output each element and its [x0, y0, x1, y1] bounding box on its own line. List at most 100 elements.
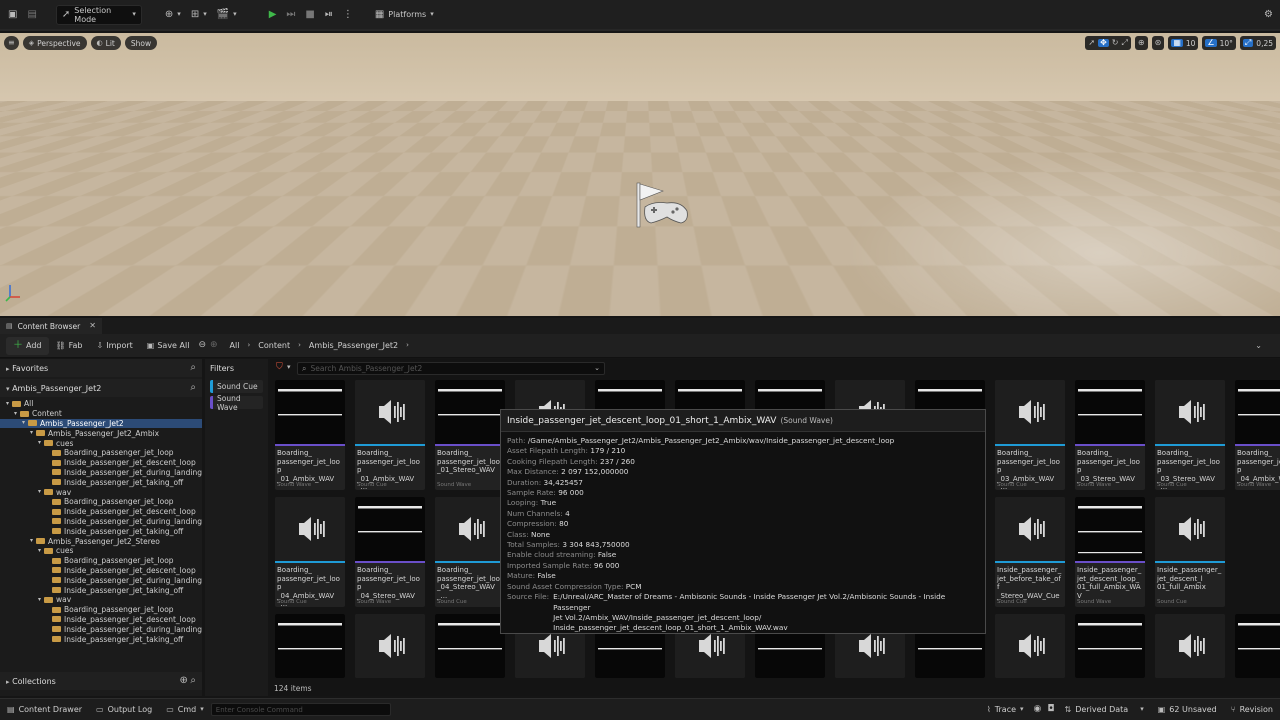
filter-icon[interactable]: ⛉ [276, 363, 283, 372]
search-icon[interactable]: ⌕ [190, 363, 196, 373]
perspective-button[interactable]: ◈ Perspective [22, 36, 87, 50]
add-collection-icon[interactable]: ⊕ [179, 676, 187, 686]
tree-item[interactable]: Inside_passenger_jet_descent_loop [0, 615, 202, 625]
sound-cue-tile[interactable] [355, 614, 425, 678]
level-viewport[interactable]: ≡ ◈ Perspective ◐ Lit Show ➚ ✥ ↻ ⤢ ⊕ ⊛ ▦ 10… [0, 33, 1280, 316]
tree-item[interactable]: ▾ Ambis_Passenger_Jet2_Ambix [0, 428, 202, 438]
sound-cue-tile[interactable]: Inside_passenger_ jet_before_take_off _S… [995, 497, 1065, 607]
revision-control-button[interactable]: ⑂ Revision [1224, 699, 1280, 720]
tree-item[interactable]: ▾ Ambis_Passenger_Jet2 [0, 418, 202, 429]
tree-item[interactable]: Inside_passenger_jet_taking_off [0, 634, 202, 644]
move-icon[interactable]: ✥ [1098, 39, 1109, 47]
cmd-dropdown[interactable]: ▭ Cmd ▾ [159, 699, 211, 720]
tree-item[interactable]: ▾ cues [0, 438, 202, 448]
sound-cue-tile[interactable] [1155, 614, 1225, 678]
rotate-icon[interactable]: ↻ [1112, 39, 1119, 47]
favorites-header[interactable]: ▸ Favorites ⌕ [0, 359, 202, 377]
tree-item[interactable]: ▾ wav [0, 487, 202, 497]
tree-item[interactable]: Inside_passenger_jet_descent_loop [0, 458, 202, 468]
tree-item[interactable]: Inside_passenger_jet_descent_loop [0, 507, 202, 517]
breadcrumb-folder[interactable]: Ambis_Passenger_Jet2 [309, 341, 398, 350]
history-forward-button[interactable]: ⊕ [208, 337, 220, 355]
tree-item[interactable]: Inside_passenger_jet_taking_off [0, 477, 202, 487]
tree-item[interactable]: ▾ Ambis_Passenger_Jet2_Stereo [0, 536, 202, 546]
root-folder-header[interactable]: ▾ Ambis_Passenger_Jet2 ⌕ [0, 379, 202, 397]
grid-snap[interactable]: ▦ 10 [1168, 36, 1199, 50]
platforms-dropdown[interactable]: ▦ Platforms ▾ [370, 5, 439, 25]
save-all-button[interactable]: ▣ Save All [140, 337, 197, 355]
tree-item[interactable]: Boarding_passenger_jet_loop [0, 605, 202, 615]
step-button[interactable]: ⏭ [281, 5, 300, 25]
filter-chip[interactable]: Sound Cue [210, 380, 263, 393]
tree-item[interactable]: Boarding_passenger_jet_loop [0, 497, 202, 507]
tree-item[interactable]: Inside_passenger_jet_taking_off [0, 526, 202, 536]
tree-item[interactable]: Inside_passenger_jet_descent_loop [0, 566, 202, 576]
transform-tools[interactable]: ➚ ✥ ↻ ⤢ [1085, 36, 1131, 50]
sound-wave-tile[interactable]: Boarding_ passenger_jet_loop _04_Stereo_… [355, 497, 425, 607]
tree-item[interactable]: Boarding_passenger_jet_loop [0, 556, 202, 566]
settings-icon[interactable]: ⚙ [1259, 5, 1278, 25]
tree-item[interactable]: Inside_passenger_jet_during_landing [0, 517, 202, 527]
play-options-icon[interactable]: ⋮ [338, 5, 358, 25]
search-icon[interactable]: ⌕ [190, 383, 196, 393]
player-start-icon[interactable] [633, 181, 691, 231]
chevron-down-icon[interactable]: ▾ [287, 364, 291, 371]
blueprint-button[interactable]: ⊞ ▾ [186, 5, 212, 25]
sound-cue-tile[interactable]: Boarding_ passenger_jet_loo _04_Stereo_W… [435, 497, 505, 607]
sound-wave-tile[interactable]: Boarding_ passenger_jet_loop _01_Ambix_W… [275, 380, 345, 490]
sound-cue-tile[interactable]: Boarding_ passenger_jet_loop _03_Ambix_W… [995, 380, 1065, 490]
sound-wave-tile[interactable] [275, 614, 345, 678]
scale-snap[interactable]: ⤢ 0,25 [1239, 36, 1276, 50]
select-icon[interactable]: ➚ [1088, 39, 1095, 47]
fab-button[interactable]: ⛓ Fab [49, 337, 90, 355]
search-icon[interactable]: ⌕ [190, 676, 196, 686]
stop-button[interactable]: ■ [300, 5, 319, 25]
chevron-down-icon[interactable]: ⌄ [1255, 341, 1262, 350]
content-drawer-button[interactable]: ▤ Content Drawer [0, 699, 89, 720]
record-icon[interactable]: ◉ [1031, 699, 1045, 720]
world-local-toggle[interactable]: ⊕ [1134, 36, 1148, 50]
sound-wave-tile[interactable]: Boarding_ passenger_jet_loop _03_Stereo_… [1075, 380, 1145, 490]
filter-chip[interactable]: Sound Wave [210, 394, 263, 412]
tree-item[interactable]: Inside_passenger_jet_taking_off [0, 585, 202, 595]
sound-wave-tile[interactable] [1235, 614, 1280, 678]
tree-item[interactable]: ▾ cues [0, 546, 202, 556]
play-button[interactable]: ▶ [264, 5, 282, 25]
history-back-button[interactable]: ⊖ [196, 337, 208, 355]
sound-cue-tile[interactable]: Boarding_ passenger_jet_loop _03_Stereo_… [1155, 380, 1225, 490]
rotation-snap[interactable]: ∠ 10° [1202, 36, 1236, 50]
tree-item[interactable]: Inside_passenger_jet_during_landing [0, 624, 202, 634]
output-log-button[interactable]: ▭ Output Log [89, 699, 159, 720]
tree-item[interactable]: Boarding_passenger_jet_loop [0, 448, 202, 458]
viewport-menu-button[interactable]: ≡ [4, 36, 19, 50]
console-input[interactable]: Enter Console Command [210, 703, 391, 716]
trace-dropdown[interactable]: ⌇ Trace ▾ [980, 699, 1031, 720]
sound-wave-tile[interactable] [1075, 614, 1145, 678]
selection-mode-dropdown[interactable]: ➚ Selection Mode ▾ [55, 4, 142, 25]
lit-button[interactable]: ◐ Lit [90, 36, 121, 50]
sound-cue-tile[interactable]: Boarding_ passenger_jet_loop _04_Ambix_W… [275, 497, 345, 607]
surface-snap-toggle[interactable]: ⊛ [1151, 36, 1165, 50]
unsaved-button[interactable]: ▣ 62 Unsaved [1151, 699, 1224, 720]
camera-icon[interactable]: ◘ [1044, 699, 1057, 720]
content-browser-tab[interactable]: ▤ Content Browser ✕ [0, 318, 102, 334]
eject-button[interactable]: ⏯ [320, 5, 338, 25]
cinematics-button[interactable]: 🎬 ▾ [212, 5, 242, 25]
save-icon[interactable]: ▣ [3, 5, 22, 25]
collections-header[interactable]: ▸ Collections ⊕ ⌕ [0, 672, 202, 690]
sound-cue-tile[interactable] [995, 614, 1065, 678]
content-icon[interactable]: ▤ [22, 5, 41, 25]
add-actor-button[interactable]: ⊕ ▾ [160, 5, 186, 25]
tree-item[interactable]: ▾ Content [0, 409, 202, 419]
sound-cue-tile[interactable]: Boarding_ passenger_jet_loop _01_Ambix_W… [355, 380, 425, 490]
show-button[interactable]: Show [124, 36, 158, 50]
tree-item[interactable]: Inside_passenger_jet_during_landing [0, 468, 202, 478]
breadcrumb-all[interactable]: All [230, 341, 240, 350]
breadcrumb-content[interactable]: Content [258, 341, 290, 350]
close-icon[interactable]: ✕ [89, 322, 96, 330]
sound-wave-tile[interactable]: Boarding_ passenger_jet_loo _01_Stereo_W… [435, 380, 505, 490]
sound-wave-tile[interactable] [435, 614, 505, 678]
sound-wave-tile[interactable]: Boarding_ passenger_jet_loop _04_Ambix_W… [1235, 380, 1280, 490]
tree-item[interactable]: ▾ wav [0, 595, 202, 605]
scale-icon[interactable]: ⤢ [1122, 39, 1128, 47]
